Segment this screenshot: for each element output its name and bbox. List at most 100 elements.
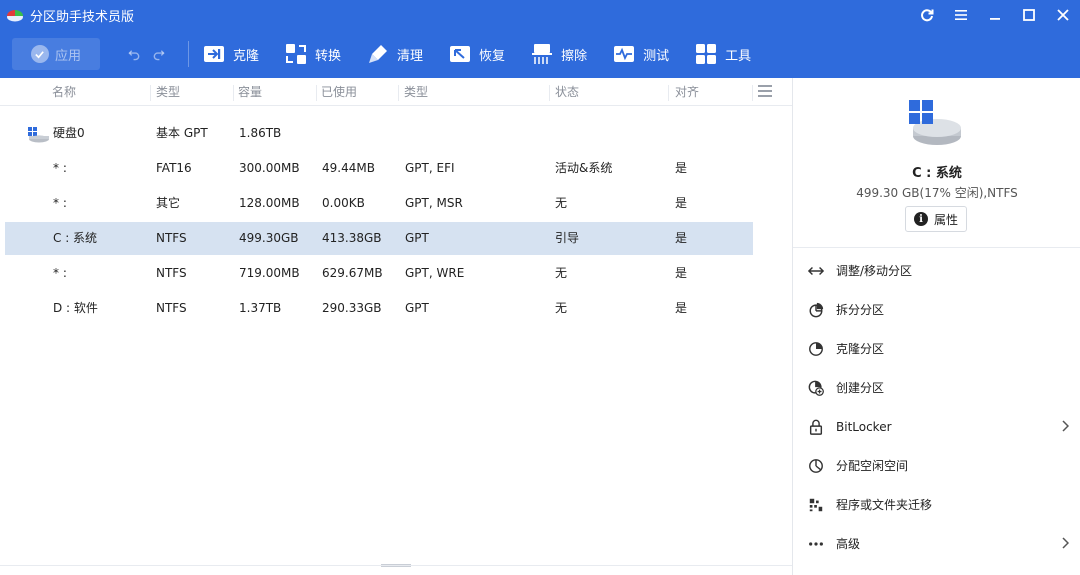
info-icon: i xyxy=(913,212,928,226)
create-partition-item[interactable]: 创建分区 xyxy=(793,368,1080,407)
row-align: 是 xyxy=(675,196,688,210)
clone-partition-icon xyxy=(807,340,825,358)
recover-tool-button[interactable]: 恢复 xyxy=(449,43,505,65)
row-type: GPT xyxy=(405,301,429,315)
wipe-icon xyxy=(532,44,553,64)
resize-move-partition-item[interactable]: 调整/移动分区 xyxy=(793,251,1080,290)
partition-title: C : 系统 xyxy=(912,166,962,181)
row-fs: 其它 xyxy=(156,196,181,210)
more-icon xyxy=(807,535,825,553)
minimize-button[interactable] xyxy=(978,0,1012,30)
column-separator xyxy=(398,85,399,101)
title-bar: 分区助手技术员版 xyxy=(0,0,1080,30)
migrate-icon xyxy=(807,496,825,514)
row-used: 629.67MB xyxy=(322,266,383,280)
operation-label: 分配空闲空间 xyxy=(836,459,909,473)
allocate-free-space-item[interactable]: 分配空闲空间 xyxy=(793,446,1080,485)
row-capacity: 300.00MB xyxy=(239,161,300,175)
disk-row[interactable]: 硬盘0 基本 GPT 1.86TB xyxy=(5,117,753,150)
clone-tool-label: 克隆 xyxy=(233,48,260,64)
wipe-tool-label: 擦除 xyxy=(561,48,588,64)
partition-disk-icon xyxy=(909,100,961,145)
row-type: GPT xyxy=(405,231,429,245)
apply-button[interactable]: 应用 xyxy=(12,38,100,70)
window-title: 分区助手技术员版 xyxy=(30,9,135,25)
row-status: 活动&系统 xyxy=(555,161,613,175)
column-header-status[interactable]: 状态 xyxy=(555,78,579,106)
operation-label: 拆分分区 xyxy=(836,303,885,317)
redo-button[interactable] xyxy=(146,44,170,64)
properties-label: 属性 xyxy=(933,212,958,227)
convert-tool-button[interactable]: 转换 xyxy=(285,43,341,65)
clean-tool-label: 清理 xyxy=(397,48,424,64)
table-header: 名称 类型 容量 已使用 类型 状态 对齐 xyxy=(0,78,792,106)
properties-button[interactable]: i 属性 xyxy=(905,206,967,232)
operation-label: 调整/移动分区 xyxy=(836,264,913,278)
clone-partition-item[interactable]: 克隆分区 xyxy=(793,329,1080,368)
close-icon xyxy=(1057,9,1069,21)
recover-icon xyxy=(450,46,471,62)
column-header-name[interactable]: 名称 xyxy=(52,78,76,106)
toolbar-separator xyxy=(188,41,189,67)
row-used: 49.44MB xyxy=(322,161,375,175)
test-tool-button[interactable]: 测试 xyxy=(613,43,669,65)
operations-panel: C : 系统 499.30 GB(17% 空闲),NTFS i 属性 调整/移动… xyxy=(792,78,1080,575)
column-separator xyxy=(233,85,234,101)
clone-tool-button[interactable]: 克隆 xyxy=(203,43,259,65)
row-used: 413.38GB xyxy=(322,231,382,245)
refresh-button[interactable] xyxy=(910,0,944,30)
advanced-item[interactable]: 高级 xyxy=(793,524,1080,563)
clone-icon xyxy=(204,46,224,62)
row-status: 引导 xyxy=(555,231,580,245)
row-capacity: 128.00MB xyxy=(239,196,300,210)
operation-label: 克隆分区 xyxy=(836,342,885,356)
bitlocker-item[interactable]: BitLocker xyxy=(793,407,1080,446)
column-settings-icon[interactable] xyxy=(758,84,772,98)
column-header-capacity[interactable]: 容量 xyxy=(238,78,262,106)
operation-label: 高级 xyxy=(836,537,861,551)
column-separator xyxy=(752,85,753,101)
recover-tool-label: 恢复 xyxy=(479,48,506,64)
undo-button[interactable] xyxy=(122,44,146,64)
app-folder-migration-item[interactable]: 程序或文件夹迁移 xyxy=(793,485,1080,524)
column-header-used[interactable]: 已使用 xyxy=(321,78,357,106)
pane-resize-handle[interactable] xyxy=(381,564,411,567)
create-partition-icon xyxy=(807,379,825,397)
column-separator xyxy=(150,85,151,101)
row-align: 是 xyxy=(675,161,688,175)
clean-tool-button[interactable]: 清理 xyxy=(367,43,423,65)
table-row[interactable]: * : FAT16 300.00MB 49.44MB GPT, EFI 活动&系… xyxy=(5,152,753,185)
row-name: * : xyxy=(53,266,67,280)
wipe-tool-button[interactable]: 擦除 xyxy=(531,43,587,65)
tools-icon xyxy=(696,44,717,64)
row-fs: NTFS xyxy=(156,266,187,280)
row-name: D : 软件 xyxy=(53,301,98,315)
menu-button[interactable] xyxy=(944,0,978,30)
convert-tool-label: 转换 xyxy=(315,48,342,64)
split-partition-item[interactable]: 拆分分区 xyxy=(793,290,1080,329)
tools-tool-button[interactable]: 工具 xyxy=(695,43,751,65)
table-row[interactable]: D : 软件 NTFS 1.37TB 290.33GB GPT 无 是 xyxy=(5,292,753,325)
row-capacity: 719.00MB xyxy=(239,266,300,280)
clean-icon xyxy=(369,45,388,63)
disk-capacity: 1.86TB xyxy=(239,126,282,140)
row-status: 无 xyxy=(555,301,568,315)
refresh-icon xyxy=(921,9,934,22)
column-header-fs[interactable]: 类型 xyxy=(156,78,180,106)
lock-icon xyxy=(807,418,825,436)
column-header-align[interactable]: 对齐 xyxy=(675,78,699,106)
column-header-type[interactable]: 类型 xyxy=(404,78,428,106)
row-name: C : 系统 xyxy=(53,231,98,245)
table-row[interactable]: * : NTFS 719.00MB 629.67MB GPT, WRE 无 是 xyxy=(5,257,753,290)
partition-table: 名称 类型 容量 已使用 类型 状态 对齐 硬盘0 基本 GPT 1.86TB … xyxy=(0,78,792,575)
column-separator xyxy=(316,85,317,101)
row-fs: FAT16 xyxy=(156,161,192,175)
row-status: 无 xyxy=(555,266,568,280)
maximize-button[interactable] xyxy=(1012,0,1046,30)
column-separator xyxy=(549,85,550,101)
table-row-selected[interactable]: C : 系统 NTFS 499.30GB 413.38GB GPT 引导 是 xyxy=(5,222,753,255)
row-status: 无 xyxy=(555,196,568,210)
table-row[interactable]: * : 其它 128.00MB 0.00KB GPT, MSR 无 是 xyxy=(5,187,753,220)
close-button[interactable] xyxy=(1046,0,1080,30)
menu-icon xyxy=(955,10,967,20)
